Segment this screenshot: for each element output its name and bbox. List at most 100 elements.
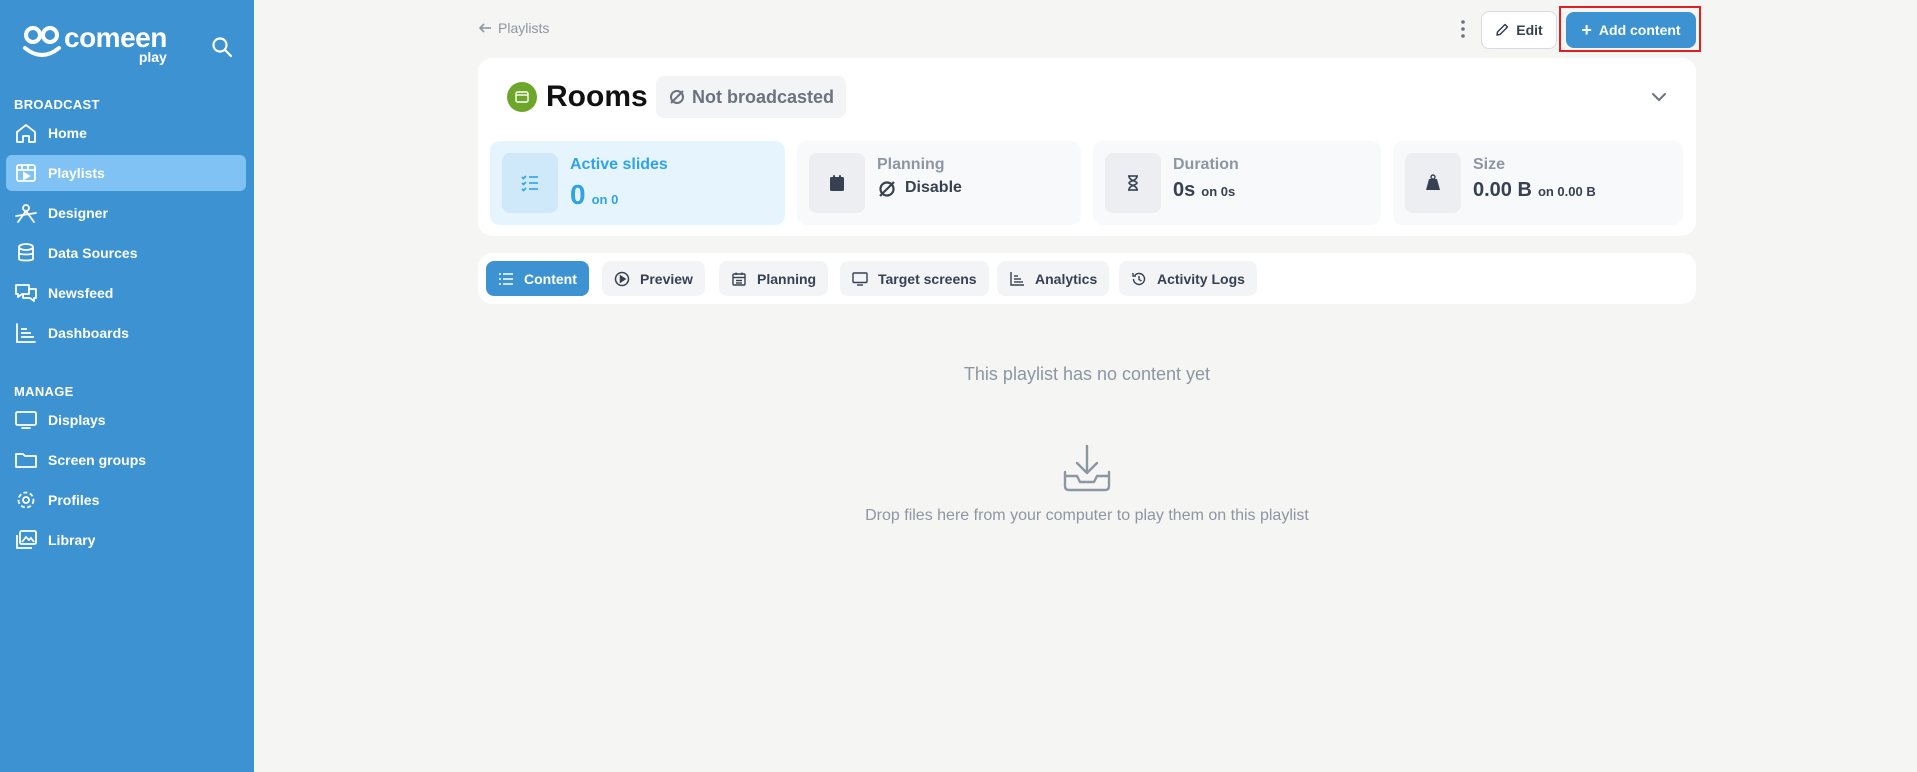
sidebar-item-designer[interactable]: Designer [6,195,246,231]
stat-icon-wrap [502,153,558,213]
tab-analytics[interactable]: Analytics [997,261,1110,296]
empty-set-icon [879,181,895,197]
status-badge: Not broadcasted [656,76,847,118]
tab-preview[interactable]: Preview [602,261,705,296]
tab-label: Target screens [878,270,977,287]
stat-value-sub: on 0s [1201,184,1236,199]
stat-label: Size [1473,156,1506,173]
search-icon[interactable] [211,36,233,58]
weight-icon [1426,174,1440,190]
comeen-logo[interactable]: comeen play [22,24,167,64]
tab-label: Analytics [1035,270,1098,287]
sidebar-item-label: Screen groups [48,452,147,468]
tab-planning[interactable]: Planning [719,261,829,296]
stat-label: Planning [877,156,945,173]
sidebar-item-label: Data Sources [48,245,138,261]
tab-label: Content [524,270,577,287]
tab-target-screens[interactable]: Target screens [840,261,989,296]
dashboard-icon [16,323,36,343]
sidebar-item-label: Profiles [48,492,100,508]
playlist-icon [16,164,36,182]
gear-icon [17,491,35,509]
stat-value-main: 0 [570,179,586,210]
folder-icon [15,453,37,468]
sidebar-item-label: Playlists [48,165,105,181]
sidebar-item-newsfeed[interactable]: Newsfeed [6,275,246,311]
sidebar-item-label: Dashboards [48,325,129,341]
stat-size: Size 0.00 B on 0.00 B [1393,141,1683,225]
list-icon [499,272,513,285]
playlist-status-icon [507,82,537,112]
sidebar: comeen play BROADCAST Home Playlists Des… [0,0,254,772]
sidebar-item-home[interactable]: Home [6,115,246,151]
stat-icon-wrap [809,153,865,213]
tab-label: Planning [757,270,817,287]
stat-planning: Planning Disable [797,141,1081,225]
stat-value-sub: on 0 [591,192,619,207]
playlist-tabs: Content Preview Planning Target screens … [478,253,1696,304]
stat-value: 0 on 0 [570,179,618,211]
drop-zone-text: Drop files here from your computer to pl… [865,507,1309,524]
manage-section-label: MANAGE [14,384,74,399]
hourglass-icon [1128,175,1138,191]
tab-activity-logs[interactable]: Activity Logs [1119,261,1257,296]
library-icon [16,530,37,549]
pencil-icon [1496,23,1509,36]
tab-label: Activity Logs [1157,270,1245,287]
sidebar-item-library[interactable]: Library [6,522,246,558]
home-icon [16,124,36,143]
top-bar: Playlists Edit + Add content [478,6,1701,52]
calendar-icon [830,175,844,191]
stat-value-main: 0s [1173,179,1196,201]
broadcast-section-label: BROADCAST [14,97,100,112]
stat-active-slides: Active slides 0 on 0 [490,141,785,225]
monitor-icon [852,271,868,286]
sidebar-item-dashboards[interactable]: Dashboards [6,315,246,351]
chart-icon [1010,271,1024,286]
sidebar-item-screen-groups[interactable]: Screen groups [6,442,246,478]
tab-content[interactable]: Content [486,261,589,296]
display-icon [15,411,37,429]
page-title: Rooms [546,80,648,113]
more-options-icon[interactable] [1455,18,1471,40]
calendar-play-icon [515,91,529,103]
add-content-button[interactable]: + Add content [1566,12,1696,48]
history-icon [1132,272,1146,285]
back-link-label: Playlists [498,20,550,36]
sidebar-item-data-sources[interactable]: Data Sources [6,235,246,271]
newsfeed-icon [15,284,37,302]
add-content-label: Add content [1598,22,1681,38]
arrow-left-icon [479,23,491,33]
calendar-icon [732,272,746,286]
stat-value-main: 0.00 B [1473,179,1532,201]
tab-label: Preview [640,270,693,287]
sidebar-item-label: Displays [48,412,106,428]
stat-value-sub: on 0.00 B [1537,184,1596,199]
logo-text: comeen play [64,24,167,65]
sidebar-item-profiles[interactable]: Profiles [6,482,246,518]
back-to-playlists-link[interactable]: Playlists [478,20,549,36]
sidebar-item-label: Newsfeed [48,285,114,301]
sidebar-item-playlists[interactable]: Playlists [6,155,246,191]
empty-state-title: This playlist has no content yet [963,364,1211,384]
stat-value-main: Disable [905,179,962,196]
stat-value: Disable [877,179,962,199]
sidebar-item-displays[interactable]: Displays [6,402,246,438]
status-label: Not broadcasted [692,86,835,107]
add-content-highlight: + Add content [1559,6,1701,52]
stat-duration: Duration 0s on 0s [1093,141,1381,225]
checklist-icon [521,175,538,192]
database-icon [18,243,34,262]
stat-value: 0.00 B on 0.00 B [1473,179,1596,202]
inbox-download-icon [1063,444,1111,492]
empty-set-icon [670,90,684,104]
play-circle-icon [614,271,630,286]
plus-icon: + [1581,20,1592,40]
sidebar-item-label: Designer [48,205,108,221]
stat-label: Duration [1173,156,1239,173]
playlist-header-card: Rooms Not broadcasted Active slides 0 on… [478,58,1696,236]
stat-icon-wrap [1105,153,1161,213]
chevron-down-icon[interactable] [1650,90,1668,104]
edit-button[interactable]: Edit [1481,11,1557,49]
sidebar-item-label: Home [48,125,87,141]
